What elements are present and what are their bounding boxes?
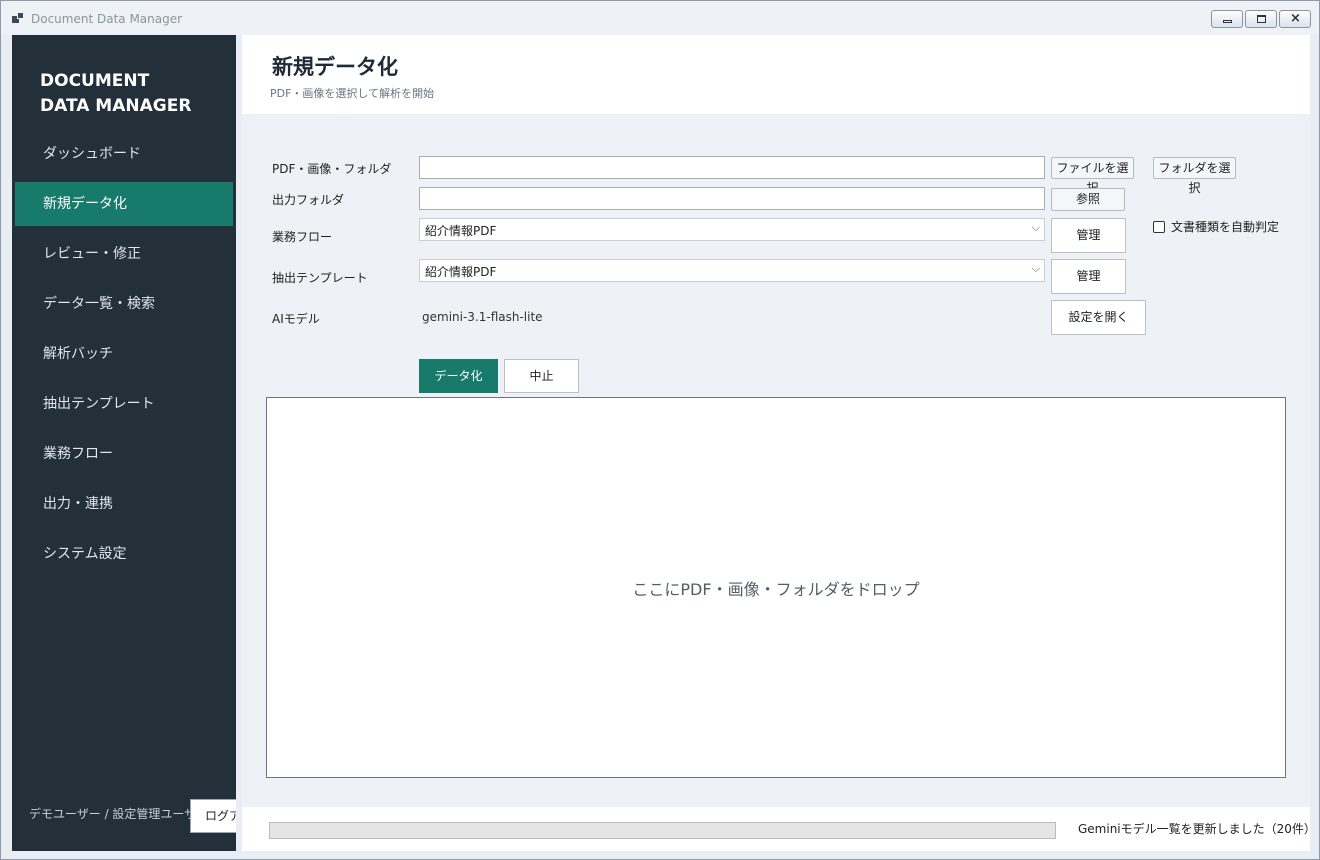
file-dropzone[interactable]: ここにPDF・画像・フォルダをドロップ (266, 397, 1286, 778)
close-button[interactable]: × (1279, 10, 1311, 28)
sidebar-item-label: 解析バッチ (43, 346, 113, 362)
page-header: 新規データ化 PDF・画像を選択して解析を開始 (242, 35, 1310, 114)
sidebar-item-label: システム設定 (43, 546, 127, 562)
sidebar-item-label: 新規データ化 (43, 196, 127, 212)
sidebar-item-settings[interactable]: システム設定 (15, 532, 233, 576)
open-settings-button[interactable]: 設定を開く (1051, 300, 1146, 335)
sidebar-item-label: 出力・連携 (43, 496, 113, 512)
sidebar: DOCUMENT DATA MANAGER ダッシュボード 新規データ化 レビュ… (12, 35, 236, 851)
input-path-label: PDF・画像・フォルダ (272, 162, 392, 176)
sidebar-item-label: 抽出テンプレート (43, 396, 155, 412)
ai-model-label: AIモデル (272, 312, 320, 326)
sidebar-item-templates[interactable]: 抽出テンプレート (15, 382, 233, 426)
workflow-label: 業務フロー (272, 230, 333, 244)
title-bar[interactable]: Document Data Manager × (1, 1, 1319, 35)
browse-button[interactable]: 参照 (1051, 188, 1125, 211)
auto-detect-label: 文書種類を自動判定 (1171, 220, 1280, 234)
auto-detect-checkbox[interactable] (1153, 221, 1165, 233)
brand-logo: DOCUMENT DATA MANAGER (40, 69, 191, 119)
auto-detect-checkbox-row[interactable]: 文書種類を自動判定 (1153, 218, 1279, 235)
stop-button[interactable]: 中止 (504, 359, 579, 393)
page-subtitle: PDF・画像を選択して解析を開始 (270, 87, 435, 100)
brand-line-2: DATA MANAGER (40, 96, 192, 116)
app-window: Document Data Manager × DOCUMENT DATA MA… (0, 0, 1320, 860)
chevron-down-icon: ⌵ (1031, 221, 1040, 234)
sidebar-item-new-digitization[interactable]: 新規データ化 (15, 182, 233, 226)
workflow-select-value: 紹介情報PDF (425, 224, 497, 238)
app-icon (12, 12, 24, 24)
sidebar-item-label: ダッシュボード (43, 146, 141, 162)
window-title: Document Data Manager (31, 12, 183, 26)
input-path-field[interactable] (419, 156, 1045, 179)
maximize-icon (1257, 15, 1266, 23)
sidebar-item-review[interactable]: レビュー・修正 (15, 232, 233, 276)
ai-model-value: gemini-3.1-flash-lite (422, 310, 543, 324)
current-user: デモユーザー / 設定管理ユーザー (29, 807, 209, 821)
select-folder-button[interactable]: フォルダを選択 (1153, 157, 1236, 195)
workflow-manage-button[interactable]: 管理 (1051, 218, 1126, 253)
logout-button[interactable]: ログアウト (190, 799, 236, 833)
run-digitization-button[interactable]: データ化 (419, 359, 498, 393)
chevron-down-icon: ⌵ (1031, 262, 1040, 275)
sidebar-item-workflow[interactable]: 業務フロー (15, 432, 233, 476)
sidebar-item-output[interactable]: 出力・連携 (15, 482, 233, 526)
minimize-icon (1223, 20, 1232, 23)
sidebar-nav: ダッシュボード 新規データ化 レビュー・修正 データ一覧・検索 解析バッチ 抽出… (12, 132, 236, 582)
sidebar-item-batch[interactable]: 解析バッチ (15, 332, 233, 376)
sidebar-item-label: 業務フロー (43, 446, 113, 462)
page-title: 新規データ化 (272, 55, 398, 79)
sidebar-item-label: データ一覧・検索 (43, 296, 155, 312)
maximize-button[interactable] (1245, 10, 1277, 28)
template-select[interactable]: 紹介情報PDF ⌵ (419, 259, 1045, 282)
sidebar-item-dashboard[interactable]: ダッシュボード (15, 132, 233, 176)
close-icon: × (1290, 11, 1301, 26)
main-panel: 新規データ化 PDF・画像を選択して解析を開始 PDF・画像・フォルダ ファイル… (242, 35, 1316, 851)
status-bar: Geminiモデル一覧を更新しました（20件） (242, 807, 1316, 851)
template-manage-button[interactable]: 管理 (1051, 259, 1126, 294)
select-file-button[interactable]: ファイルを選択 (1051, 157, 1134, 195)
workflow-select[interactable]: 紹介情報PDF ⌵ (419, 218, 1045, 241)
template-label: 抽出テンプレート (272, 271, 368, 285)
sidebar-item-label: レビュー・修正 (43, 246, 141, 262)
progress-bar (269, 822, 1056, 839)
minimize-button[interactable] (1211, 10, 1243, 28)
template-select-value: 紹介情報PDF (425, 265, 497, 279)
dropzone-text: ここにPDF・画像・フォルダをドロップ (632, 580, 920, 599)
output-folder-field[interactable] (419, 187, 1045, 210)
output-folder-label: 出力フォルダ (272, 193, 345, 207)
sidebar-item-data-list[interactable]: データ一覧・検索 (15, 282, 233, 326)
status-message: Geminiモデル一覧を更新しました（20件） (1078, 822, 1316, 836)
brand-line-1: DOCUMENT (40, 71, 150, 91)
